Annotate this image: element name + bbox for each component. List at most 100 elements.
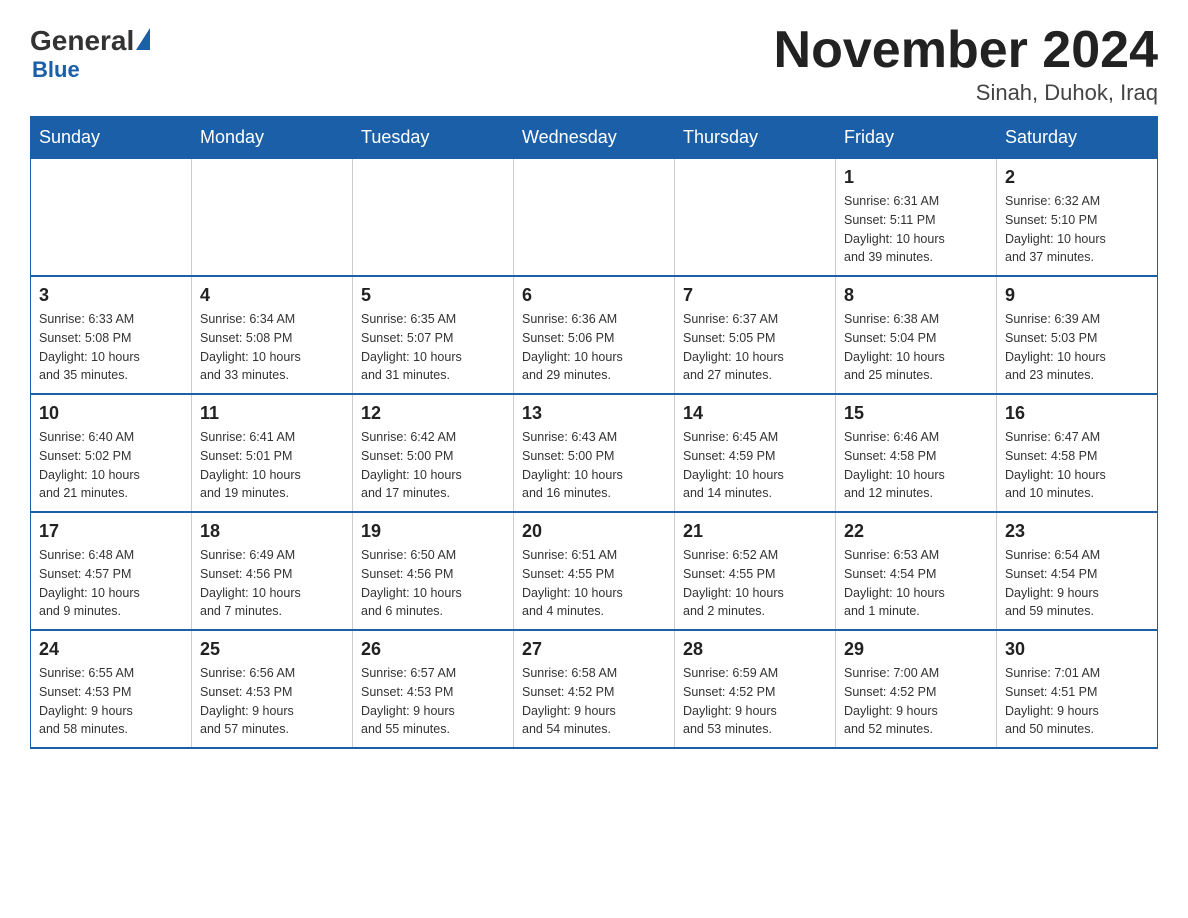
calendar-cell-w3-d6: 15 Sunrise: 6:46 AMSunset: 4:58 PMDayligh… xyxy=(836,394,997,512)
logo: General Blue xyxy=(30,20,150,83)
day-info: Sunrise: 6:56 AMSunset: 4:53 PMDaylight:… xyxy=(200,664,344,739)
day-info: Sunrise: 6:42 AMSunset: 5:00 PMDaylight:… xyxy=(361,428,505,503)
calendar-cell-w5-d1: 24 Sunrise: 6:55 AMSunset: 4:53 PMDayligh… xyxy=(31,630,192,748)
day-info: Sunrise: 6:46 AMSunset: 4:58 PMDaylight:… xyxy=(844,428,988,503)
calendar-cell-w1-d6: 1 Sunrise: 6:31 AMSunset: 5:11 PMDaylight… xyxy=(836,159,997,277)
day-number: 24 xyxy=(39,639,183,660)
calendar-cell-w1-d5 xyxy=(675,159,836,277)
calendar-cell-w5-d5: 28 Sunrise: 6:59 AMSunset: 4:52 PMDayligh… xyxy=(675,630,836,748)
calendar-cell-w2-d4: 6 Sunrise: 6:36 AMSunset: 5:06 PMDaylight… xyxy=(514,276,675,394)
header-thursday: Thursday xyxy=(675,117,836,159)
calendar-cell-w4-d5: 21 Sunrise: 6:52 AMSunset: 4:55 PMDayligh… xyxy=(675,512,836,630)
day-info: Sunrise: 6:45 AMSunset: 4:59 PMDaylight:… xyxy=(683,428,827,503)
day-number: 11 xyxy=(200,403,344,424)
day-number: 16 xyxy=(1005,403,1149,424)
day-info: Sunrise: 6:55 AMSunset: 4:53 PMDaylight:… xyxy=(39,664,183,739)
day-info: Sunrise: 7:01 AMSunset: 4:51 PMDaylight:… xyxy=(1005,664,1149,739)
calendar-cell-w2-d6: 8Sunrise: 6:38 AMSunset: 5:04 PMDaylight… xyxy=(836,276,997,394)
calendar-table: Sunday Monday Tuesday Wednesday Thursday… xyxy=(30,116,1158,749)
calendar-cell-w4-d2: 18Sunrise: 6:49 AMSunset: 4:56 PMDayligh… xyxy=(192,512,353,630)
calendar-cell-w2-d3: 5 Sunrise: 6:35 AMSunset: 5:07 PMDaylight… xyxy=(353,276,514,394)
day-number: 23 xyxy=(1005,521,1149,542)
day-number: 15 xyxy=(844,403,988,424)
day-number: 27 xyxy=(522,639,666,660)
day-info: Sunrise: 6:40 AMSunset: 5:02 PMDaylight:… xyxy=(39,428,183,503)
calendar-cell-w1-d1 xyxy=(31,159,192,277)
day-number: 25 xyxy=(200,639,344,660)
calendar-cell-w5-d4: 27Sunrise: 6:58 AMSunset: 4:52 PMDayligh… xyxy=(514,630,675,748)
calendar-cell-w4-d4: 20 Sunrise: 6:51 AMSunset: 4:55 PMDayligh… xyxy=(514,512,675,630)
day-number: 22 xyxy=(844,521,988,542)
day-info: Sunrise: 6:52 AMSunset: 4:55 PMDaylight:… xyxy=(683,546,827,621)
calendar-cell-w3-d4: 13 Sunrise: 6:43 AMSunset: 5:00 PMDayligh… xyxy=(514,394,675,512)
day-number: 7 xyxy=(683,285,827,306)
logo-triangle-icon xyxy=(136,28,150,50)
day-number: 5 xyxy=(361,285,505,306)
day-info: Sunrise: 6:50 AMSunset: 4:56 PMDaylight:… xyxy=(361,546,505,621)
calendar-cell-w1-d3 xyxy=(353,159,514,277)
day-info: Sunrise: 7:00 AMSunset: 4:52 PMDaylight:… xyxy=(844,664,988,739)
day-number: 30 xyxy=(1005,639,1149,660)
day-number: 9 xyxy=(1005,285,1149,306)
calendar-cell-w4-d1: 17 Sunrise: 6:48 AMSunset: 4:57 PMDayligh… xyxy=(31,512,192,630)
day-info: Sunrise: 6:49 AMSunset: 4:56 PMDaylight:… xyxy=(200,546,344,621)
day-number: 26 xyxy=(361,639,505,660)
title-section: November 2024 Sinah, Duhok, Iraq xyxy=(774,20,1158,106)
day-info: Sunrise: 6:41 AMSunset: 5:01 PMDaylight:… xyxy=(200,428,344,503)
day-number: 6 xyxy=(522,285,666,306)
calendar-cell-w1-d2 xyxy=(192,159,353,277)
calendar-cell-w2-d2: 4Sunrise: 6:34 AMSunset: 5:08 PMDaylight… xyxy=(192,276,353,394)
calendar-cell-w5-d3: 26 Sunrise: 6:57 AMSunset: 4:53 PMDayligh… xyxy=(353,630,514,748)
header-tuesday: Tuesday xyxy=(353,117,514,159)
month-title: November 2024 xyxy=(774,20,1158,80)
day-info: Sunrise: 6:31 AMSunset: 5:11 PMDaylight:… xyxy=(844,192,988,267)
calendar-cell-w4-d3: 19Sunrise: 6:50 AMSunset: 4:56 PMDayligh… xyxy=(353,512,514,630)
day-info: Sunrise: 6:43 AMSunset: 5:00 PMDaylight:… xyxy=(522,428,666,503)
day-number: 20 xyxy=(522,521,666,542)
day-info: Sunrise: 6:47 AMSunset: 4:58 PMDaylight:… xyxy=(1005,428,1149,503)
day-number: 17 xyxy=(39,521,183,542)
day-info: Sunrise: 6:36 AMSunset: 5:06 PMDaylight:… xyxy=(522,310,666,385)
calendar-cell-w5-d7: 30 Sunrise: 7:01 AMSunset: 4:51 PMDayligh… xyxy=(997,630,1158,748)
calendar-cell-w2-d5: 7 Sunrise: 6:37 AMSunset: 5:05 PMDaylight… xyxy=(675,276,836,394)
header-sunday: Sunday xyxy=(31,117,192,159)
header-wednesday: Wednesday xyxy=(514,117,675,159)
day-number: 4 xyxy=(200,285,344,306)
week-row-5: 24 Sunrise: 6:55 AMSunset: 4:53 PMDayligh… xyxy=(31,630,1158,748)
calendar-cell-w5-d2: 25 Sunrise: 6:56 AMSunset: 4:53 PMDayligh… xyxy=(192,630,353,748)
calendar-cell-w2-d7: 9 Sunrise: 6:39 AMSunset: 5:03 PMDaylight… xyxy=(997,276,1158,394)
day-info: Sunrise: 6:38 AMSunset: 5:04 PMDaylight:… xyxy=(844,310,988,385)
day-info: Sunrise: 6:35 AMSunset: 5:07 PMDaylight:… xyxy=(361,310,505,385)
day-number: 21 xyxy=(683,521,827,542)
calendar-cell-w3-d3: 12 Sunrise: 6:42 AMSunset: 5:00 PMDayligh… xyxy=(353,394,514,512)
day-number: 3 xyxy=(39,285,183,306)
header-monday: Monday xyxy=(192,117,353,159)
day-number: 28 xyxy=(683,639,827,660)
day-info: Sunrise: 6:57 AMSunset: 4:53 PMDaylight:… xyxy=(361,664,505,739)
day-info: Sunrise: 6:51 AMSunset: 4:55 PMDaylight:… xyxy=(522,546,666,621)
day-number: 1 xyxy=(844,167,988,188)
calendar-cell-w3-d7: 16 Sunrise: 6:47 AMSunset: 4:58 PMDayligh… xyxy=(997,394,1158,512)
day-info: Sunrise: 6:53 AMSunset: 4:54 PMDaylight:… xyxy=(844,546,988,621)
calendar-cell-w3-d5: 14 Sunrise: 6:45 AMSunset: 4:59 PMDayligh… xyxy=(675,394,836,512)
weekday-header-row: Sunday Monday Tuesday Wednesday Thursday… xyxy=(31,117,1158,159)
location-text: Sinah, Duhok, Iraq xyxy=(774,80,1158,106)
page-header: General Blue November 2024 Sinah, Duhok,… xyxy=(30,20,1158,106)
day-number: 13 xyxy=(522,403,666,424)
week-row-4: 17 Sunrise: 6:48 AMSunset: 4:57 PMDayligh… xyxy=(31,512,1158,630)
calendar-cell-w1-d4 xyxy=(514,159,675,277)
day-number: 2 xyxy=(1005,167,1149,188)
day-info: Sunrise: 6:37 AMSunset: 5:05 PMDaylight:… xyxy=(683,310,827,385)
week-row-3: 10Sunrise: 6:40 AMSunset: 5:02 PMDayligh… xyxy=(31,394,1158,512)
day-number: 12 xyxy=(361,403,505,424)
week-row-1: 1 Sunrise: 6:31 AMSunset: 5:11 PMDaylight… xyxy=(31,159,1158,277)
calendar-cell-w3-d1: 10Sunrise: 6:40 AMSunset: 5:02 PMDayligh… xyxy=(31,394,192,512)
logo-general-text: General xyxy=(30,25,134,57)
day-info: Sunrise: 6:33 AMSunset: 5:08 PMDaylight:… xyxy=(39,310,183,385)
day-info: Sunrise: 6:39 AMSunset: 5:03 PMDaylight:… xyxy=(1005,310,1149,385)
day-info: Sunrise: 6:59 AMSunset: 4:52 PMDaylight:… xyxy=(683,664,827,739)
day-info: Sunrise: 6:48 AMSunset: 4:57 PMDaylight:… xyxy=(39,546,183,621)
day-number: 14 xyxy=(683,403,827,424)
calendar-cell-w4-d6: 22 Sunrise: 6:53 AMSunset: 4:54 PMDayligh… xyxy=(836,512,997,630)
logo-blue-text: Blue xyxy=(32,57,80,83)
